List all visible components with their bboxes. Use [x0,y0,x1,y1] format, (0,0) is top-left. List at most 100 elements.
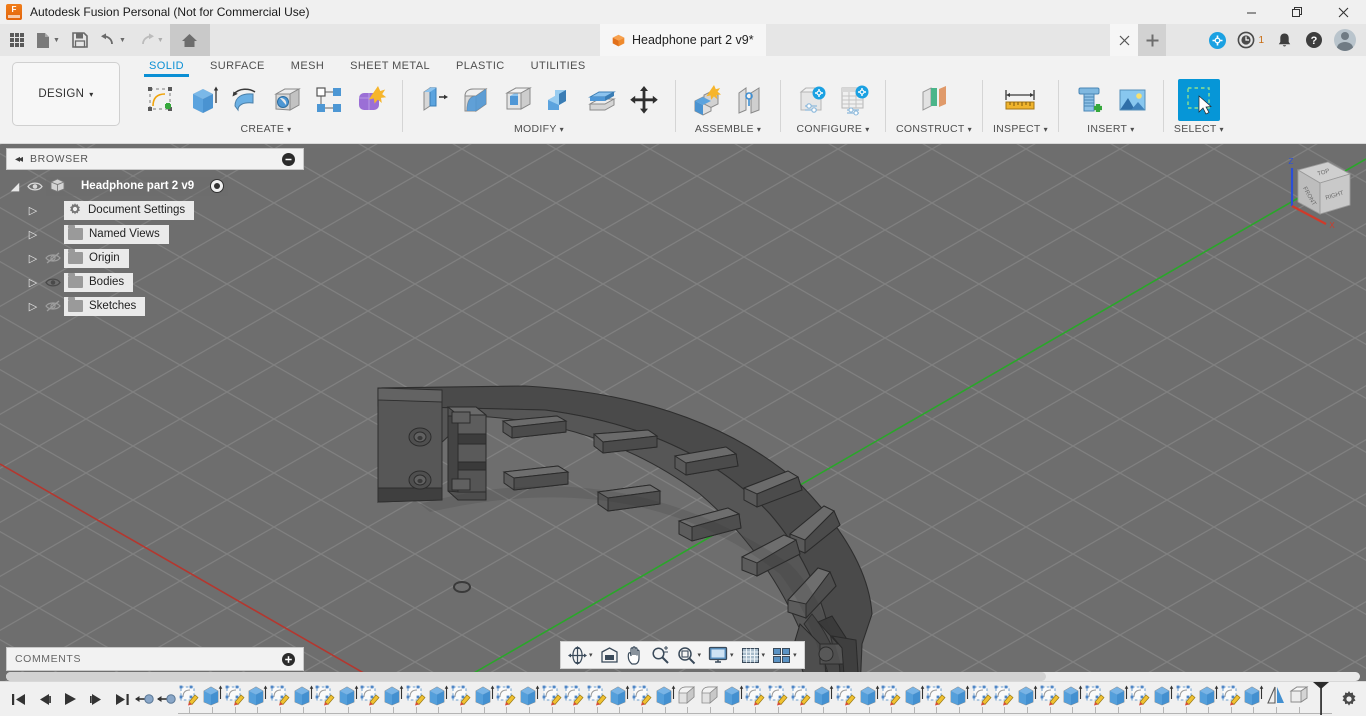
viewport-canvas[interactable]: ◂◂ BROWSER ◢ Headphone part 2 v9 ▷ Docum… [0,144,1366,681]
measure-button[interactable] [999,79,1041,121]
timeline-feature-sketch[interactable] [586,682,609,716]
timeline-feature-extrude[interactable] [653,682,676,716]
panel-configure-label[interactable]: CONFIGURE ▾ [796,123,869,135]
document-tab[interactable]: Headphone part 2 v9* [600,24,766,56]
add-comment-button[interactable] [282,652,295,666]
timeline-marker-forward[interactable] [156,686,178,712]
timeline-feature-sketch[interactable] [789,682,812,716]
timeline-feature-extrude[interactable] [336,682,359,716]
timeline-feature-extrude[interactable] [721,682,744,716]
insert-decal-button[interactable] [1111,79,1153,121]
notifications-button[interactable] [1270,24,1298,56]
timeline-marker-back[interactable] [134,686,156,712]
expand-arrow-icon[interactable]: ▷ [24,252,42,265]
panel-construct-label[interactable]: CONSTRUCT ▾ [896,123,972,135]
help-button[interactable]: ? [1300,24,1328,56]
extensions-button[interactable] [1203,24,1231,56]
create-sketch-button[interactable] [140,79,182,121]
timeline-feature-sketch[interactable] [359,682,382,716]
tab-plastic[interactable]: PLASTIC [443,57,518,74]
display-settings-button[interactable]: ▾ [705,643,737,667]
timeline-go-to-end[interactable] [110,686,134,712]
timeline-feature-sketch[interactable] [223,682,246,716]
grid-snaps-button[interactable]: ▾ [738,643,769,667]
panel-insert-label[interactable]: INSERT ▾ [1087,123,1134,135]
expand-arrow-icon[interactable]: ▷ [24,228,42,241]
maximize-button[interactable] [1274,0,1320,24]
tab-sheet-metal[interactable]: SHEET METAL [337,57,443,74]
comments-panel[interactable]: COMMENTS [6,647,304,671]
timeline-feature-extrude[interactable] [291,682,314,716]
press-pull-button[interactable] [413,79,455,121]
timeline-feature-extrude[interactable] [948,682,971,716]
panel-modify-label[interactable]: MODIFY ▾ [514,123,564,135]
canvas-horizontal-scrollbar[interactable] [6,672,1360,681]
visibility-toggle[interactable] [42,252,64,264]
timeline-feature-extrude[interactable] [812,682,835,716]
timeline-feature-extrude[interactable] [1197,682,1220,716]
home-button[interactable] [169,24,210,56]
visibility-toggle[interactable] [24,181,46,192]
tab-solid[interactable]: SOLID [136,57,197,77]
tree-item-document-settings[interactable]: ▷ Document Settings [6,198,306,222]
tree-item-sketches[interactable]: ▷ Sketches [6,294,306,318]
move-copy-button[interactable] [623,79,665,121]
undo-button[interactable]: ▼ [94,24,132,56]
tree-root-chip[interactable]: Headphone part 2 v9 [46,176,229,196]
configuration-table-button[interactable] [833,79,875,121]
timeline-feature-sketch[interactable] [835,682,858,716]
timeline-feature-extrude[interactable] [1061,682,1084,716]
timeline-feature-fillet[interactable] [699,682,722,716]
tab-mesh[interactable]: MESH [278,57,337,74]
timeline-feature-extrude[interactable] [857,682,880,716]
timeline-feature-track[interactable] [178,681,1332,716]
timeline-feature-extrude[interactable] [427,682,450,716]
tree-item-chip[interactable]: Named Views [64,224,169,244]
timeline-feature-extrude[interactable] [472,682,495,716]
minimize-browser-icon[interactable] [282,152,295,166]
offset-plane-button[interactable] [913,79,955,121]
fillet-button[interactable] [455,79,497,121]
revolve-button[interactable] [224,79,266,121]
timeline-end-marker[interactable] [1310,681,1332,716]
new-file-button[interactable]: ▼ [30,24,66,56]
timeline-step-forward[interactable] [84,686,108,712]
offset-face-button[interactable] [581,79,623,121]
look-at-button[interactable] [597,643,622,667]
extrude-button[interactable] [182,79,224,121]
pan-button[interactable] [623,643,647,667]
timeline-feature-sketch[interactable] [925,682,948,716]
combine-button[interactable] [539,79,581,121]
tree-item-chip[interactable]: Sketches [64,296,146,316]
timeline-feature-extrude[interactable] [246,682,269,716]
timeline-feature-sketch[interactable] [767,682,790,716]
timeline-feature-sketch[interactable] [540,682,563,716]
close-button[interactable] [1320,0,1366,24]
timeline-settings-button[interactable] [1332,682,1366,716]
timeline-feature-sketch[interactable] [563,682,586,716]
workspace-switcher[interactable]: DESIGN ▾ [12,62,120,126]
app-grid-button[interactable] [4,24,30,56]
shell-button[interactable] [497,79,539,121]
tree-item-chip[interactable]: Bodies [64,272,134,292]
timeline-feature-extrude[interactable] [1106,682,1129,716]
minimize-button[interactable] [1228,0,1274,24]
timeline-step-back[interactable] [32,686,56,712]
scrollbar-thumb[interactable] [6,672,1046,681]
timeline-feature-shell[interactable] [1287,682,1310,716]
new-component-button[interactable] [686,79,728,121]
save-button[interactable] [66,24,94,56]
timeline-feature-extrude[interactable] [903,682,926,716]
tree-item-named-views[interactable]: ▷ Named Views [6,222,306,246]
timeline-feature-sketch[interactable] [1174,682,1197,716]
visibility-toggle[interactable] [42,300,64,312]
expand-arrow-icon[interactable]: ◢ [6,180,24,193]
timeline-feature-sketch[interactable] [1129,682,1152,716]
timeline-feature-extrude[interactable] [1016,682,1039,716]
timeline-go-to-beginning[interactable] [6,686,30,712]
timeline-feature-sketch[interactable] [993,682,1016,716]
timeline-play[interactable] [58,686,82,712]
job-status-button[interactable]: 1 [1233,24,1268,56]
timeline-feature-sketch[interactable] [631,682,654,716]
configuration-button[interactable] [791,79,833,121]
